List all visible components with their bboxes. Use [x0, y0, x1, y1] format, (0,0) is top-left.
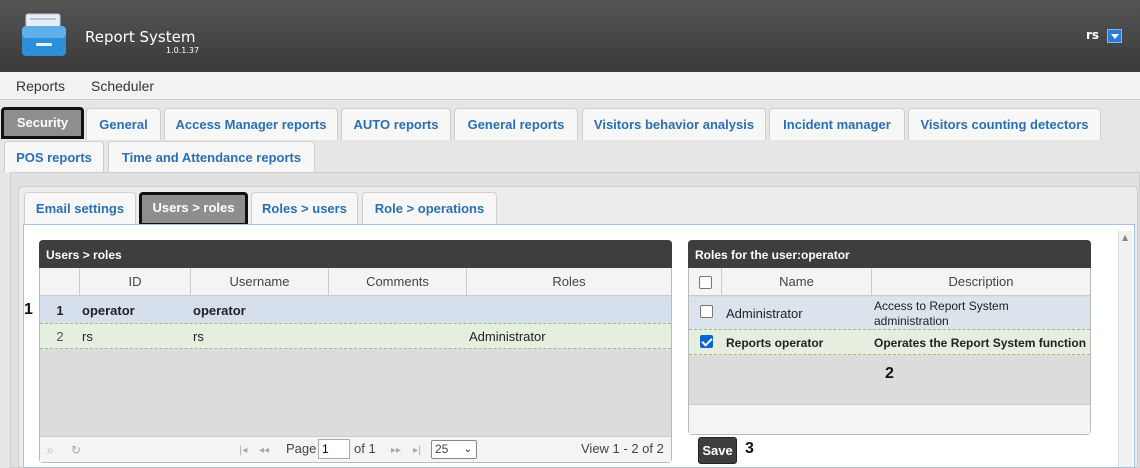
- menu-scheduler[interactable]: Scheduler: [91, 78, 154, 94]
- save-button[interactable]: Save: [698, 437, 737, 464]
- current-user: rs: [1086, 28, 1100, 42]
- tab-auto-reports[interactable]: AUTO reports: [341, 108, 451, 140]
- select-all-checkbox[interactable]: [699, 276, 712, 289]
- cell-id: rs: [82, 329, 93, 344]
- app-version: 1.0.1.37: [166, 46, 200, 55]
- content-scrollbar[interactable]: ▲: [1118, 231, 1132, 467]
- role-description-line2: administration: [874, 314, 949, 328]
- tab-security[interactable]: Security: [1, 107, 84, 139]
- row-number: 2: [56, 329, 64, 344]
- tab-general-reports[interactable]: General reports: [454, 108, 578, 140]
- role-checkbox[interactable]: [700, 305, 713, 318]
- page-size-select[interactable]: 25 ⌄: [431, 440, 477, 459]
- callout-1: 1: [24, 301, 33, 318]
- main-menu: Reports Scheduler: [0, 72, 1140, 100]
- chevron-down-icon: ⌄: [463, 444, 472, 455]
- table-row[interactable]: [40, 323, 671, 349]
- last-page-icon[interactable]: ▸|: [413, 445, 421, 456]
- callout-2: 2: [885, 365, 894, 382]
- page-size-value: 25: [435, 442, 449, 456]
- subtab-users-roles[interactable]: Users > roles: [139, 192, 248, 226]
- role-name: Administrator: [726, 306, 803, 321]
- row-number: 1: [56, 303, 64, 318]
- users-col-roles[interactable]: Roles: [467, 268, 671, 296]
- callout-3: 3: [745, 440, 754, 457]
- page-label: Page: [286, 441, 317, 456]
- tab-incident-manager[interactable]: Incident manager: [769, 108, 905, 140]
- cell-id: operator: [82, 303, 135, 318]
- users-grid-title: Users > roles: [39, 240, 672, 268]
- next-page-icon[interactable]: ▸▸: [391, 445, 401, 456]
- users-col-rownum: [40, 268, 80, 296]
- page-input[interactable]: [318, 439, 350, 459]
- tab-visitors-counting-detectors[interactable]: Visitors counting detectors: [908, 108, 1101, 140]
- roles-grid-title: Roles for the user:operator: [688, 240, 1091, 268]
- users-col-id[interactable]: ID: [80, 268, 191, 296]
- scroll-up-icon[interactable]: ▲: [1122, 233, 1128, 242]
- users-col-username[interactable]: Username: [191, 268, 329, 296]
- role-description-line1: Access to Report System: [874, 299, 1009, 313]
- tab-pos-reports[interactable]: POS reports: [4, 141, 104, 173]
- roles-grid-footer: [689, 404, 1090, 434]
- app-header: Report System 1.0.1.37 rs: [0, 0, 1140, 72]
- app-title: Report System: [85, 28, 196, 46]
- role-name: Reports operator: [726, 336, 824, 350]
- subtab-email-settings[interactable]: Email settings: [24, 192, 136, 224]
- roles-col-description[interactable]: Description: [872, 268, 1090, 296]
- cell-username: rs: [193, 329, 204, 344]
- search-icon[interactable]: ⌕: [47, 443, 54, 458]
- subtab-role-operations[interactable]: Role > operations: [362, 192, 497, 224]
- role-description: Operates the Report System function: [874, 336, 1087, 350]
- cell-roles: Administrator: [469, 329, 546, 344]
- role-description: Access to Report System administration: [874, 299, 1009, 329]
- folder-logo-icon: [22, 13, 66, 56]
- view-count: View 1 - 2 of 2: [581, 441, 664, 456]
- cell-username: operator: [193, 303, 246, 318]
- tab-visitors-behavior-analysis[interactable]: Visitors behavior analysis: [582, 108, 766, 140]
- role-checkbox[interactable]: [700, 335, 713, 348]
- tab-time-and-attendance-reports[interactable]: Time and Attendance reports: [108, 141, 315, 173]
- roles-col-name[interactable]: Name: [722, 268, 872, 296]
- refresh-icon[interactable]: ↻: [71, 443, 81, 457]
- subtab-roles-users[interactable]: Roles > users: [251, 192, 358, 224]
- first-page-icon[interactable]: |◂: [239, 445, 247, 456]
- page-of-label: of 1: [354, 441, 376, 456]
- prev-page-icon[interactable]: ◂◂: [259, 445, 269, 456]
- menu-reports[interactable]: Reports: [16, 78, 65, 94]
- users-col-comments[interactable]: Comments: [329, 268, 467, 296]
- tab-access-manager-reports[interactable]: Access Manager reports: [164, 108, 338, 140]
- tab-general[interactable]: General: [86, 108, 161, 140]
- user-menu-dropdown-icon[interactable]: [1107, 29, 1122, 43]
